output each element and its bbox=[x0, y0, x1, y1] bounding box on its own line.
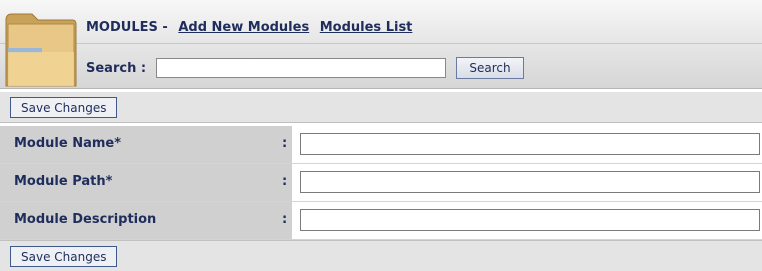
colon: : bbox=[282, 174, 288, 189]
label-cell: Module Name* : bbox=[0, 126, 292, 163]
label-cell: Module Description : bbox=[0, 202, 292, 239]
module-name-field[interactable] bbox=[300, 133, 760, 155]
module-path-label: Module Path* bbox=[14, 174, 113, 189]
add-new-modules-link[interactable]: Add New Modules bbox=[178, 20, 309, 35]
colon: : bbox=[282, 136, 288, 151]
form-row-module-name: Module Name* : bbox=[0, 126, 762, 164]
header-title: MODULES - Add New Modules Modules List bbox=[86, 20, 412, 35]
folder-icon bbox=[5, 13, 77, 87]
module-form: Module Name* : Module Path* : Module Des… bbox=[0, 126, 762, 240]
save-changes-button-top[interactable]: Save Changes bbox=[10, 97, 118, 118]
module-description-field[interactable] bbox=[300, 209, 760, 231]
modules-list-link[interactable]: Modules List bbox=[320, 20, 413, 35]
search-input[interactable] bbox=[156, 58, 447, 78]
page-header: MODULES - Add New Modules Modules List S… bbox=[0, 0, 762, 89]
label-cell: Module Path* : bbox=[0, 164, 292, 201]
save-bar-top: Save Changes bbox=[0, 92, 762, 123]
module-description-label: Module Description bbox=[14, 212, 157, 227]
save-changes-button-bottom[interactable]: Save Changes bbox=[10, 246, 118, 267]
save-bar-bottom: Save Changes bbox=[0, 240, 762, 271]
module-label: MODULES - bbox=[86, 20, 168, 35]
search-label: Search : bbox=[86, 60, 147, 76]
search-button[interactable]: Search bbox=[456, 57, 524, 79]
form-row-module-path: Module Path* : bbox=[0, 164, 762, 202]
search-area: Search : Search bbox=[86, 57, 524, 79]
module-path-field[interactable] bbox=[300, 171, 760, 193]
module-name-label: Module Name* bbox=[14, 136, 122, 151]
form-row-module-description: Module Description : bbox=[0, 202, 762, 240]
colon: : bbox=[282, 212, 288, 227]
